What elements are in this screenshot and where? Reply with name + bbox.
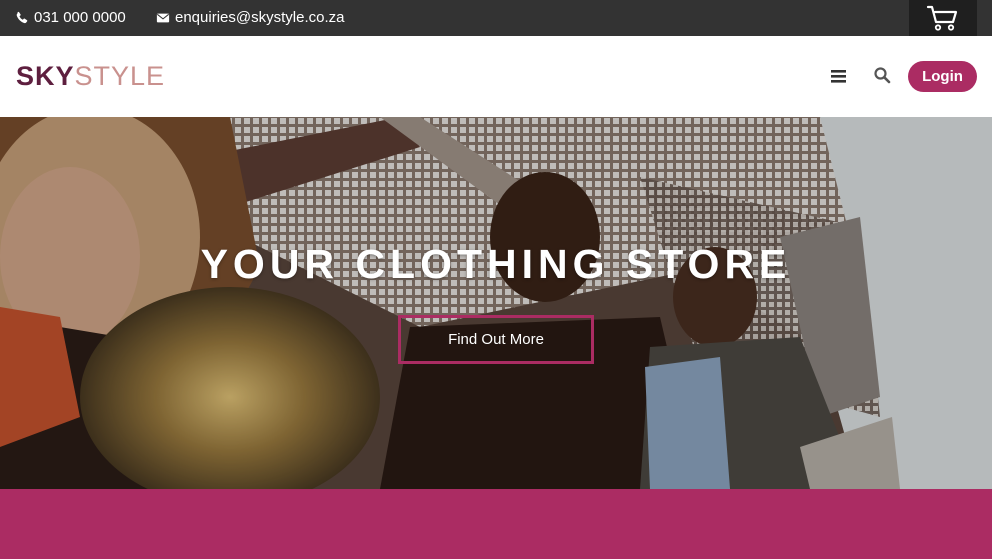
cart-icon xyxy=(926,5,958,31)
logo-sky-text: SKY xyxy=(16,61,75,91)
accent-section xyxy=(0,489,992,559)
search-icon[interactable] xyxy=(873,66,891,84)
logo-style-text: STYLE xyxy=(74,61,166,91)
hero-background-image xyxy=(0,117,992,489)
hero-title: YOUR CLOTHING STORE xyxy=(200,241,792,287)
phone-icon xyxy=(16,11,28,24)
phone-contact[interactable]: 031 000 0000 xyxy=(15,9,126,27)
login-button[interactable]: Login xyxy=(908,61,977,92)
email-address: enquiries@skystyle.co.za xyxy=(175,9,345,26)
hero-banner: YOUR CLOTHING STORE Find Out More xyxy=(0,117,992,489)
cart-button[interactable] xyxy=(909,0,977,36)
find-out-more-button[interactable]: Find Out More xyxy=(398,315,594,364)
site-header: SKYSTYLE Login xyxy=(0,36,992,117)
hamburger-menu-icon[interactable] xyxy=(830,67,848,85)
top-bar: 031 000 0000 enquiries@skystyle.co.za xyxy=(0,0,992,36)
phone-number: 031 000 0000 xyxy=(34,9,126,26)
email-contact[interactable]: enquiries@skystyle.co.za xyxy=(156,9,344,27)
envelope-icon xyxy=(156,13,170,23)
site-logo[interactable]: SKYSTYLE xyxy=(16,61,165,91)
